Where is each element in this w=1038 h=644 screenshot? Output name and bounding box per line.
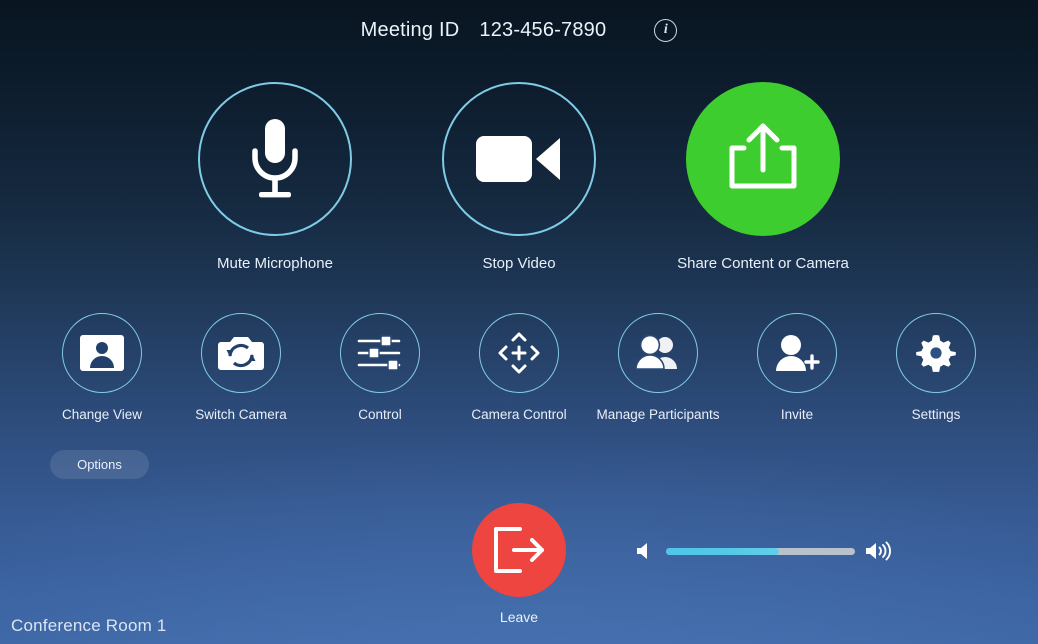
leave-label: Leave [499, 609, 539, 625]
switch-camera-circle[interactable] [201, 313, 281, 393]
conference-room-controller-screen: Meeting ID 123-456-7890 i Mute Microphon… [0, 0, 1038, 644]
manage-participants-label: Manage Participants [596, 407, 720, 422]
volume-low-icon[interactable] [636, 541, 656, 561]
secondary-controls-row: Change View Switch Camera Control Camera… [0, 313, 1038, 422]
settings-circle[interactable] [896, 313, 976, 393]
stop-video-label: Stop Video [482, 255, 556, 272]
person-card-icon [80, 335, 124, 371]
switch-camera-label: Switch Camera [195, 407, 287, 422]
camera-control-label: Camera Control [471, 407, 567, 422]
leave-circle[interactable] [472, 503, 566, 597]
camera-switch-icon [218, 337, 264, 370]
primary-controls-row: Mute Microphone Stop Video Share Content… [0, 82, 1038, 272]
control-circle[interactable] [340, 313, 420, 393]
share-upload-icon [729, 123, 797, 189]
leave-button[interactable]: Leave [0, 503, 1038, 625]
camera-control-button[interactable]: Camera Control [450, 313, 589, 422]
meeting-id-label: Meeting ID [360, 18, 460, 41]
room-name-label: Conference Room 1 [11, 616, 167, 635]
invite-circle[interactable] [757, 313, 837, 393]
settings-button[interactable]: Settings [867, 313, 1006, 422]
mute-microphone-circle[interactable] [198, 82, 352, 236]
manage-participants-button[interactable]: Manage Participants [589, 313, 728, 422]
volume-slider-fill [666, 547, 780, 555]
invite-label: Invite [780, 407, 814, 422]
person-add-icon [776, 335, 820, 371]
settings-label: Settings [911, 407, 961, 422]
control-button[interactable]: Control [311, 313, 450, 422]
change-view-circle[interactable] [62, 313, 142, 393]
dpad-icon [498, 332, 540, 374]
exit-arrow-icon [494, 527, 544, 573]
switch-camera-button[interactable]: Switch Camera [172, 313, 311, 422]
change-view-button[interactable]: Change View [33, 313, 172, 422]
volume-high-icon[interactable] [865, 541, 892, 561]
share-content-button[interactable]: Share Content or Camera [663, 82, 863, 272]
control-label: Control [358, 407, 402, 422]
mute-microphone-button[interactable]: Mute Microphone [175, 82, 375, 272]
microphone-icon [252, 119, 298, 198]
stop-video-circle[interactable] [442, 82, 596, 236]
manage-participants-circle[interactable] [618, 313, 698, 393]
video-camera-icon [476, 136, 560, 182]
share-content-label: Share Content or Camera [677, 255, 849, 272]
volume-slider[interactable] [666, 547, 855, 555]
camera-control-circle[interactable] [479, 313, 559, 393]
sliders-icon [357, 335, 401, 371]
volume-control [636, 538, 892, 564]
options-button[interactable]: Options [50, 450, 149, 479]
info-icon[interactable]: i [654, 18, 678, 42]
change-view-label: Change View [61, 407, 143, 422]
header-bar: Meeting ID 123-456-7890 i [0, 12, 1038, 48]
people-icon [635, 335, 677, 370]
meeting-id-value: 123-456-7890 [479, 18, 607, 41]
mute-microphone-label: Mute Microphone [217, 255, 333, 272]
gear-icon [916, 335, 956, 372]
share-content-circle[interactable] [686, 82, 840, 236]
stop-video-button[interactable]: Stop Video [419, 82, 619, 272]
invite-button[interactable]: Invite [728, 313, 867, 422]
